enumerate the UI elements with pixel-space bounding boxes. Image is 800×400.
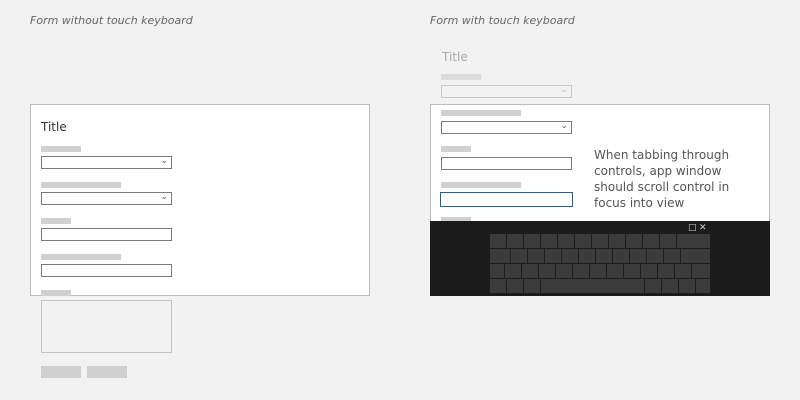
keyboard-key[interactable]: [658, 264, 674, 278]
keyboard-key[interactable]: [539, 264, 555, 278]
keyboard-key[interactable]: [675, 264, 691, 278]
caption-left: Form without touch keyboard: [30, 14, 193, 27]
form-title-scrolled: Title: [442, 50, 468, 64]
field-label-placeholder: [441, 74, 481, 80]
caption-right: Form with touch keyboard: [430, 14, 575, 27]
form-title: Title: [41, 120, 67, 134]
keyboard-key[interactable]: [645, 279, 661, 293]
keyboard-key[interactable]: [662, 279, 678, 293]
keyboard-key[interactable]: [490, 279, 506, 293]
chevron-down-icon: ⌄: [160, 156, 168, 166]
keyboard-key[interactable]: [596, 249, 612, 263]
chevron-down-icon: ⌄: [560, 85, 568, 95]
text-field[interactable]: [41, 228, 172, 241]
keyboard-key[interactable]: [505, 264, 521, 278]
text-field[interactable]: [41, 264, 172, 277]
dropdown-field-scrolled: ⌄: [441, 85, 572, 98]
field-label-placeholder: [41, 218, 71, 224]
cancel-button[interactable]: [87, 366, 127, 378]
keyboard-key[interactable]: [630, 249, 646, 263]
keyboard-key[interactable]: [624, 264, 640, 278]
keyboard-key[interactable]: [490, 249, 510, 263]
keyboard-key[interactable]: [664, 249, 680, 263]
keyboard-key[interactable]: [562, 249, 578, 263]
field-label-placeholder: [41, 254, 121, 260]
keyboard-key[interactable]: [613, 249, 629, 263]
keyboard-key[interactable]: [507, 279, 523, 293]
keyboard-key[interactable]: [541, 234, 557, 248]
keyboard-key[interactable]: [696, 279, 710, 293]
field-label-placeholder: [441, 146, 471, 152]
touch-keyboard: □ ✕: [430, 221, 770, 296]
keyboard-key[interactable]: [575, 234, 591, 248]
keyboard-key[interactable]: [556, 264, 572, 278]
submit-button[interactable]: [41, 366, 81, 378]
keyboard-key[interactable]: [524, 279, 540, 293]
chevron-down-icon: ⌄: [160, 192, 168, 202]
scroll-behavior-note: When tabbing through controls, app windo…: [594, 148, 730, 210]
keyboard-key[interactable]: [507, 234, 523, 248]
keyboard-key[interactable]: [573, 264, 589, 278]
close-icon[interactable]: ✕: [699, 223, 707, 233]
keyboard-key[interactable]: [609, 234, 625, 248]
dropdown-field[interactable]: ⌄: [41, 192, 172, 205]
keyboard-key[interactable]: [647, 249, 663, 263]
text-field-focused[interactable]: [440, 192, 573, 207]
text-field[interactable]: [441, 157, 572, 170]
keyboard-key[interactable]: [490, 264, 504, 278]
dropdown-field[interactable]: ⌄: [441, 121, 572, 134]
dropdown-field[interactable]: ⌄: [41, 156, 172, 169]
keyboard-key[interactable]: [607, 264, 623, 278]
keyboard-key[interactable]: [511, 249, 527, 263]
keyboard-key[interactable]: [524, 234, 540, 248]
keyboard-key[interactable]: [579, 249, 595, 263]
field-label-placeholder: [41, 182, 121, 188]
keyboard-key[interactable]: [643, 234, 659, 248]
field-label-placeholder: [41, 290, 71, 296]
keyboard-key[interactable]: [558, 234, 574, 248]
keyboard-key[interactable]: [541, 279, 644, 293]
keyboard-key[interactable]: [626, 234, 642, 248]
keyboard-key[interactable]: [641, 264, 657, 278]
keyboard-key[interactable]: [677, 234, 710, 248]
field-label-placeholder: [441, 110, 521, 116]
multiline-field[interactable]: [41, 300, 172, 353]
keyboard-key[interactable]: [490, 234, 506, 248]
restore-icon[interactable]: □: [688, 223, 697, 233]
chevron-down-icon: ⌄: [560, 121, 568, 131]
field-label-placeholder: [441, 182, 521, 188]
keyboard-key[interactable]: [545, 249, 561, 263]
keyboard-key[interactable]: [522, 264, 538, 278]
keyboard-key[interactable]: [528, 249, 544, 263]
field-label-placeholder: [41, 146, 81, 152]
keyboard-key[interactable]: [592, 234, 608, 248]
keyboard-key[interactable]: [692, 264, 710, 278]
keyboard-key[interactable]: [660, 234, 676, 248]
keyboard-key[interactable]: [590, 264, 606, 278]
keyboard-key[interactable]: [679, 279, 695, 293]
keyboard-key[interactable]: [681, 249, 710, 263]
